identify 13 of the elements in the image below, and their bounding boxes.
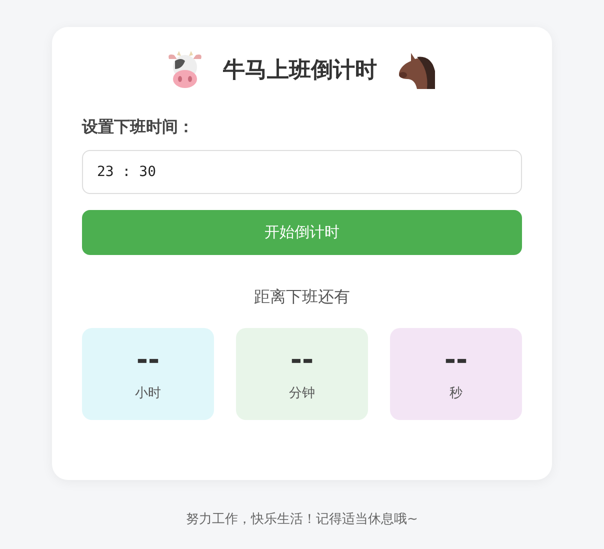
time-input[interactable]: 23 : 30 [82, 150, 522, 194]
horse-icon [397, 51, 437, 89]
time-label: 设置下班时间： [82, 117, 195, 138]
unit-value: -- [444, 346, 468, 374]
unit-label: 分钟 [289, 385, 315, 402]
unit-label: 小时 [135, 385, 161, 402]
countdown-heading: 距离下班还有 [253, 287, 351, 308]
cow-icon [167, 51, 203, 89]
unit-label: 秒 [450, 385, 462, 402]
unit-value: -- [136, 346, 160, 374]
app-title: 牛马上班倒计时 [223, 57, 377, 85]
footer-text: 努力工作，快乐生活！记得适当休息哦~ [186, 511, 418, 528]
unit-value: -- [290, 346, 314, 374]
